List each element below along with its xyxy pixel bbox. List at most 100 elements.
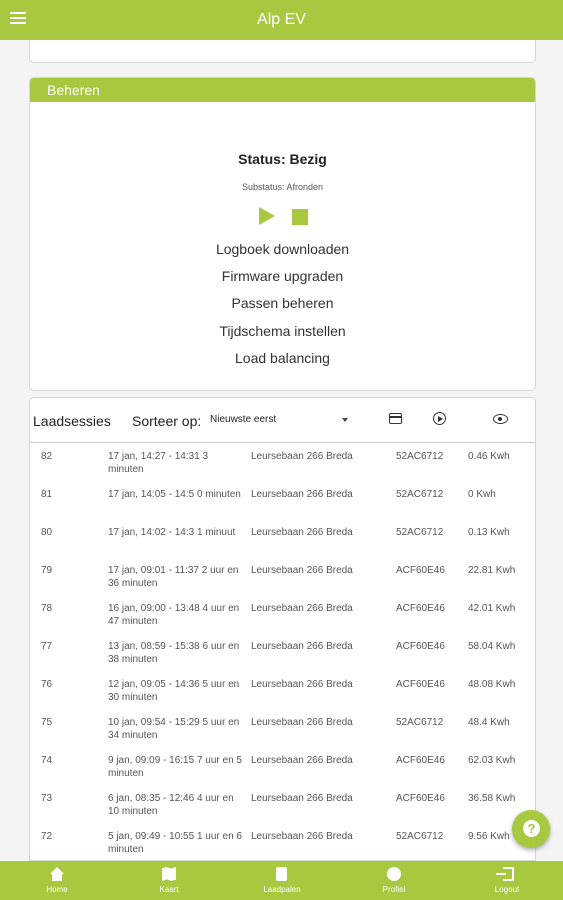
nav-home-label: Home <box>46 885 68 894</box>
session-kwh: 48.08 Kwh <box>468 679 516 690</box>
session-location: Leursebaan 266 Breda <box>251 603 353 614</box>
table-row[interactable]: 75 10 jan, 09:54 - 15:29 5 uur en 34 minu… <box>30 709 535 747</box>
session-time: 12 jan, 09:05 - 14:36 5 uur en 30 minute… <box>108 679 240 703</box>
session-id: 75 <box>41 717 53 728</box>
session-kwh: 36.58 Kwh <box>468 793 516 804</box>
session-location: Leursebaan 266 Breda <box>251 831 353 842</box>
load-balancing-link[interactable]: Load balancing <box>30 350 535 366</box>
table-row[interactable]: 82 17 jan, 14:27 - 14:31 3 minuten Leurseb… <box>30 443 535 481</box>
session-location: Leursebaan 266 Breda <box>251 755 353 766</box>
session-time: 9 jan, 09:09 - 16:15 7 uur en 5 minuten <box>108 755 242 779</box>
session-location: Leursebaan 266 Breda <box>251 565 353 576</box>
app-title: Alp EV <box>257 11 306 28</box>
session-card: ACF60E46 <box>396 793 445 804</box>
stop-button[interactable] <box>292 209 308 225</box>
session-card: 52AC6712 <box>396 831 444 842</box>
session-id: 72 <box>41 831 53 842</box>
session-time: 6 jan, 08:35 - 12:46 4 uur en 10 minuten <box>108 793 234 817</box>
session-time: 16 jan, 09:00 - 13:48 4 uur en 47 minute… <box>108 603 240 627</box>
session-card: 52AC6712 <box>396 717 444 728</box>
map-icon <box>162 867 176 881</box>
session-kwh: 0.13 Kwh <box>468 527 510 538</box>
nav-logout[interactable]: Logout <box>467 861 547 900</box>
session-id: 79 <box>41 565 53 576</box>
firmware-upgrade-link[interactable]: Firmware upgraden <box>30 268 535 284</box>
user-icon <box>387 867 401 881</box>
table-row[interactable]: 76 12 jan, 09:05 - 14:36 5 uur en 30 minu… <box>30 671 535 709</box>
session-card: ACF60E46 <box>396 565 445 576</box>
session-card: 52AC6712 <box>396 489 444 500</box>
caret-down-icon <box>342 418 348 422</box>
session-time: 17 jan, 14:05 - 14:5 0 minuten <box>108 489 241 500</box>
session-kwh: 48.4 Kwh <box>468 717 510 728</box>
session-card: ACF60E46 <box>396 755 445 766</box>
table-row[interactable]: 78 16 jan, 09:00 - 13:48 4 uur en 47 minu… <box>30 595 535 633</box>
session-id: 78 <box>41 603 53 614</box>
nav-map[interactable]: Kaart <box>129 861 209 900</box>
table-row[interactable]: 79 17 jan, 09:01 - 11:37 2 uur en 36 minu… <box>30 557 535 595</box>
session-id: 73 <box>41 793 53 804</box>
schedule-link[interactable]: Tijdschema instellen <box>30 323 535 339</box>
menu-icon[interactable] <box>10 12 26 26</box>
help-button[interactable]: ? <box>512 810 550 848</box>
nav-profile[interactable]: Profiel <box>354 861 434 900</box>
help-icon: ? <box>523 820 540 837</box>
table-row[interactable]: 72 5 jan, 09:49 - 10:55 1 uur en 6 minute… <box>30 823 535 860</box>
table-row[interactable]: 73 6 jan, 08:35 - 12:46 4 uur en 10 minut… <box>30 785 535 823</box>
nav-home[interactable]: Home <box>17 861 97 900</box>
session-card: ACF60E46 <box>396 641 445 652</box>
table-row[interactable]: 77 13 jan, 08:59 - 15:38 6 uur en 38 minu… <box>30 633 535 671</box>
sessions-title: Laadsessies <box>33 413 111 429</box>
play-button[interactable] <box>259 207 275 225</box>
session-time: 5 jan, 09:49 - 10:55 1 uur en 6 minuten <box>108 831 242 855</box>
session-id: 82 <box>41 451 53 462</box>
sort-label: Sorteer op: <box>132 413 202 429</box>
bottom-nav: Home Kaart Laadpalen Profiel Logout <box>0 861 563 900</box>
home-icon-body <box>52 874 62 881</box>
download-log-link[interactable]: Logboek downloaden <box>30 241 535 257</box>
session-kwh: 0 Kwh <box>468 489 496 500</box>
session-card: 52AC6712 <box>396 527 444 538</box>
sessions-list: 82 17 jan, 14:27 - 14:31 3 minuten Leurseb… <box>30 443 535 860</box>
logout-arrow-icon <box>496 873 506 875</box>
session-time: 13 jan, 08:59 - 15:38 6 uur en 38 minute… <box>108 641 240 665</box>
session-kwh: 0.46 Kwh <box>468 451 510 462</box>
app-bar: Alp EV <box>0 0 563 40</box>
nav-map-label: Kaart <box>159 885 179 894</box>
table-row[interactable]: 74 9 jan, 09:09 - 16:15 7 uur en 5 minute… <box>30 747 535 785</box>
session-kwh: 9.56 Kwh <box>468 831 510 842</box>
session-location: Leursebaan 266 Breda <box>251 793 353 804</box>
session-location: Leursebaan 266 Breda <box>251 527 353 538</box>
sort-select[interactable]: Nieuwste eerst <box>210 412 350 428</box>
nav-chargers[interactable]: Laadpalen <box>242 861 322 900</box>
sessions-card: Laadsessies Sorteer op: Nieuwste eerst 8… <box>29 397 536 861</box>
play-circle-icon[interactable] <box>433 412 446 425</box>
session-time: 17 jan, 14:27 - 14:31 3 minuten <box>108 451 209 475</box>
card-icon[interactable] <box>389 413 402 424</box>
table-row[interactable]: 80 17 jan, 14:02 - 14:3 1 minuut Leursebaa… <box>30 519 535 557</box>
session-time: 17 jan, 14:02 - 14:3 1 minuut <box>108 527 236 538</box>
session-location: Leursebaan 266 Breda <box>251 717 353 728</box>
session-location: Leursebaan 266 Breda <box>251 489 353 500</box>
sessions-header: Laadsessies Sorteer op: Nieuwste eerst <box>30 398 535 443</box>
table-row[interactable]: 81 17 jan, 14:05 - 14:5 0 minuten Leurseba… <box>30 481 535 519</box>
session-location: Leursebaan 266 Breda <box>251 679 353 690</box>
session-time: 10 jan, 09:54 - 15:29 5 uur en 34 minute… <box>108 717 240 741</box>
session-kwh: 62.03 Kwh <box>468 755 516 766</box>
session-kwh: 42.01 Kwh <box>468 603 516 614</box>
session-location: Leursebaan 266 Breda <box>251 451 353 462</box>
manage-card: Beheren Status: Bezig Substatus: Afronde… <box>29 77 536 391</box>
session-location: Leursebaan 266 Breda <box>251 641 353 652</box>
session-id: 77 <box>41 641 53 652</box>
nav-chargers-label: Laadpalen <box>263 885 301 894</box>
session-card: ACF60E46 <box>396 679 445 690</box>
session-card: 52AC6712 <box>396 451 444 462</box>
manage-header: Beheren <box>30 78 535 102</box>
nav-profile-label: Profiel <box>382 885 406 894</box>
eye-icon[interactable] <box>493 414 508 424</box>
session-kwh: 22.81 Kwh <box>468 565 516 576</box>
previous-card <box>29 40 536 63</box>
manage-cards-link[interactable]: Passen beheren <box>30 295 535 311</box>
sort-value: Nieuwste eerst <box>210 414 277 425</box>
status-text: Status: Bezig <box>238 151 327 167</box>
